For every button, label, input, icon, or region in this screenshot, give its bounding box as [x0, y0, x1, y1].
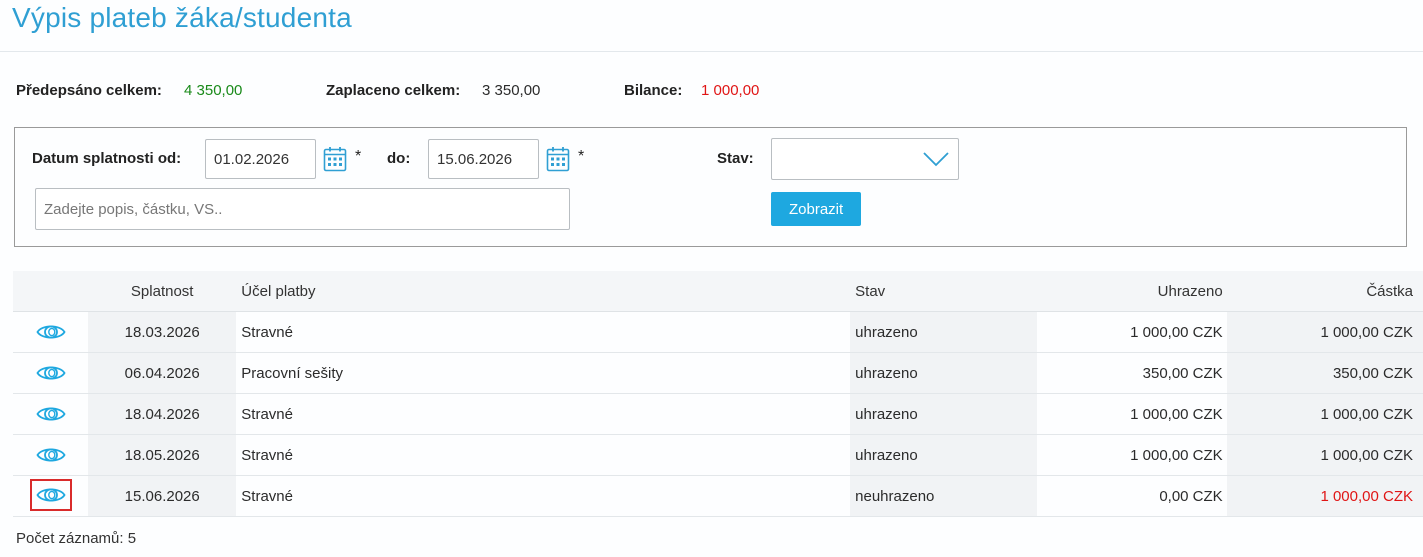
eye-icon[interactable] — [33, 360, 69, 386]
paid-total-label: Zaplaceno celkem: — [326, 82, 461, 99]
amount-cell: 350,00 CZK — [1226, 352, 1423, 394]
amount-cell: 1 000,00 CZK — [1226, 475, 1423, 517]
prescribed-total-label: Předepsáno celkem: — [16, 82, 162, 99]
date-from-label: Datum splatnosti od: — [32, 150, 182, 167]
eye-icon[interactable] — [33, 442, 69, 468]
due-date-cell: 18.03.2026 — [88, 311, 237, 353]
column-header-state[interactable]: Stav — [850, 271, 1038, 312]
chevron-down-icon — [923, 152, 949, 167]
row-actions-cell — [13, 434, 89, 476]
balance-value: 1 000,00 — [701, 82, 760, 99]
column-header-purpose[interactable]: Účel platby — [236, 271, 851, 312]
eye-icon[interactable] — [29, 479, 72, 511]
record-count: Počet záznamů: 5 — [16, 530, 137, 547]
calendar-icon[interactable] — [546, 146, 570, 172]
due-date-cell: 06.04.2026 — [88, 352, 237, 394]
show-button[interactable]: Zobrazit — [771, 192, 862, 226]
row-actions-cell — [13, 393, 89, 435]
row-actions-cell — [13, 352, 89, 394]
purpose-cell: Stravné — [236, 475, 851, 517]
required-marker: * — [355, 148, 362, 165]
date-to-input[interactable] — [428, 139, 539, 179]
purpose-cell: Pracovní sešity — [236, 352, 851, 394]
state-cell: neuhrazeno — [850, 475, 1038, 517]
due-date-cell: 18.05.2026 — [88, 434, 237, 476]
column-header-actions — [13, 271, 89, 312]
payments-table: Splatnost Účel platby Stav Uhrazeno Část… — [13, 271, 1423, 517]
purpose-cell: Stravné — [236, 393, 851, 435]
eye-icon[interactable] — [33, 401, 69, 427]
paid-cell: 350,00 CZK — [1037, 352, 1227, 394]
purpose-cell: Stravné — [236, 311, 851, 353]
balance-label: Bilance: — [624, 82, 683, 99]
column-header-amount[interactable]: Částka — [1226, 271, 1423, 312]
table-row: 18.05.2026 Stravné uhrazeno 1 000,00 CZK 1 0… — [13, 434, 1423, 476]
required-marker: * — [578, 148, 585, 165]
page-title: Výpis plateb žáka/studenta — [12, 2, 352, 33]
page-header: Výpis plateb žáka/studenta — [0, 0, 1423, 52]
state-cell: uhrazeno — [850, 393, 1038, 435]
row-actions-cell — [13, 311, 89, 353]
paid-cell: 1 000,00 CZK — [1037, 311, 1227, 353]
column-header-due[interactable]: Splatnost — [88, 271, 237, 312]
due-date-cell: 15.06.2026 — [88, 475, 237, 517]
eye-icon[interactable] — [33, 319, 69, 345]
date-to-label: do: — [387, 150, 411, 167]
amount-cell: 1 000,00 CZK — [1226, 393, 1423, 435]
table-row: 15.06.2026 Stravné neuhrazeno 0,00 CZK 1 000… — [13, 475, 1423, 517]
paid-cell: 1 000,00 CZK — [1037, 434, 1227, 476]
search-input[interactable] — [35, 188, 570, 230]
column-header-paid[interactable]: Uhrazeno — [1037, 271, 1227, 312]
state-label: Stav: — [717, 150, 754, 167]
state-cell: uhrazeno — [850, 434, 1038, 476]
state-select[interactable] — [771, 138, 959, 180]
due-date-cell: 18.04.2026 — [88, 393, 237, 435]
amount-cell: 1 000,00 CZK — [1226, 311, 1423, 353]
paid-cell: 1 000,00 CZK — [1037, 393, 1227, 435]
calendar-icon[interactable] — [323, 146, 347, 172]
paid-cell: 0,00 CZK — [1037, 475, 1227, 517]
table-row: 18.04.2026 Stravné uhrazeno 1 000,00 CZK 1 0… — [13, 393, 1423, 435]
filter-panel: Datum splatnosti od: * do: * Stav: — [14, 127, 1407, 247]
state-cell: uhrazeno — [850, 311, 1038, 353]
row-actions-cell — [13, 475, 89, 517]
state-cell: uhrazeno — [850, 352, 1038, 394]
table-row: 18.03.2026 Stravné uhrazeno 1 000,00 CZK 1 0… — [13, 311, 1423, 353]
table-header-row: Splatnost Účel platby Stav Uhrazeno Část… — [13, 271, 1423, 312]
purpose-cell: Stravné — [236, 434, 851, 476]
table-row: 06.04.2026 Pracovní sešity uhrazeno 350,00 … — [13, 352, 1423, 394]
prescribed-total-value: 4 350,00 — [184, 82, 243, 99]
date-from-input[interactable] — [205, 139, 316, 179]
amount-cell: 1 000,00 CZK — [1226, 434, 1423, 476]
paid-total-value: 3 350,00 — [482, 82, 541, 99]
